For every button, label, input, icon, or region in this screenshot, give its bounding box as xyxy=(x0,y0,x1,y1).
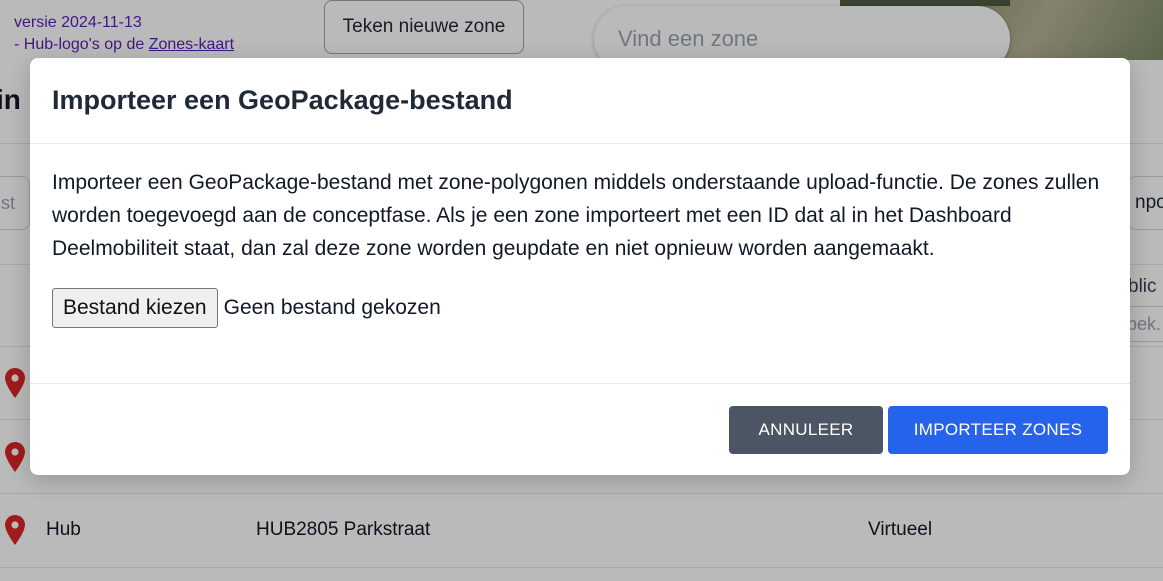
choose-file-button[interactable]: Bestand kiezen xyxy=(52,288,218,328)
dialog-description: Importeer een GeoPackage-bestand met zon… xyxy=(52,171,1100,260)
dialog-header: Importeer een GeoPackage-bestand xyxy=(30,58,1130,144)
import-zones-button[interactable]: IMPORTEER ZONES xyxy=(888,406,1108,454)
cancel-button[interactable]: ANNULEER xyxy=(729,406,883,454)
dialog-body: Importeer een GeoPackage-bestand met zon… xyxy=(30,144,1130,384)
file-upload-row: Bestand kiezen Geen bestand gekozen xyxy=(52,288,1108,328)
file-status-text: Geen bestand gekozen xyxy=(223,296,441,319)
import-geopackage-dialog: Importeer een GeoPackage-bestand Importe… xyxy=(30,58,1130,475)
dialog-title: Importeer een GeoPackage-bestand xyxy=(52,85,513,115)
dialog-footer: ANNULEER IMPORTEER ZONES xyxy=(30,384,1130,474)
